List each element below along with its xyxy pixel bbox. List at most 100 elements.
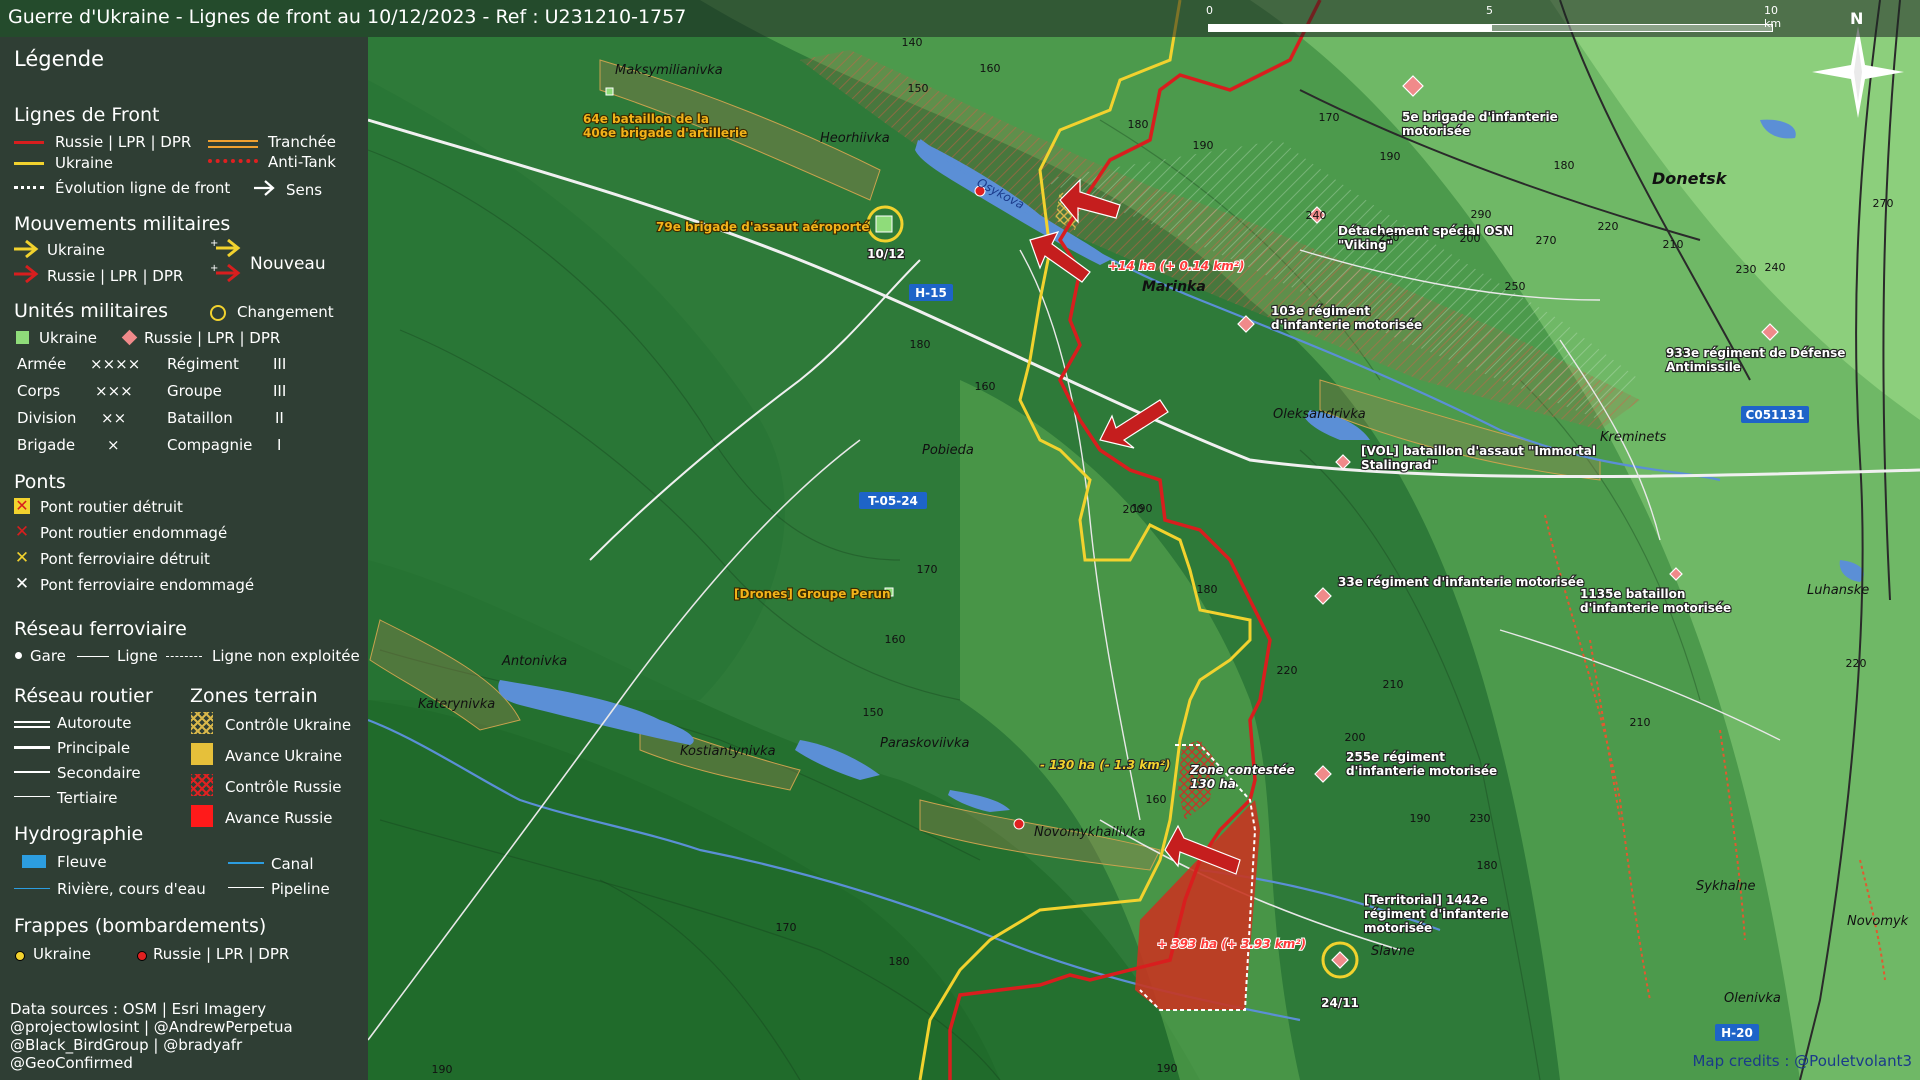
place-label: Oleksandrivka: [1273, 407, 1366, 422]
legend-zones-heading: Zones terrain: [190, 685, 318, 707]
elevation-label: 140: [902, 36, 923, 49]
elevation-label: 180: [1477, 859, 1498, 872]
elevation-label: 220: [1846, 657, 1867, 670]
legend-bridge-item: Pont routier endommagé: [40, 524, 228, 542]
legend-front-heading: Lignes de Front: [14, 104, 160, 126]
unit-size-label: Groupe: [167, 382, 222, 400]
new-movement-arrow-ukraine-icon: +: [210, 238, 241, 258]
legend-front-direction: Sens: [286, 181, 323, 199]
elevation-label: 250: [1379, 231, 1400, 244]
unit-size-label: Bataillon: [167, 409, 233, 427]
legend-zone-item: Avance Ukraine: [225, 747, 343, 765]
elevation-label: 210: [1383, 678, 1404, 691]
place-label: Katerynivka: [418, 697, 495, 712]
rail-bridge-destroyed-icon: ✕: [14, 548, 30, 568]
ukraine-advance-swatch: [191, 743, 213, 765]
unit-label: d'infanterie motorisée: [1271, 318, 1422, 332]
legend-rail-station: Gare: [30, 647, 66, 665]
russia-control-swatch: [191, 774, 213, 796]
elevation-label: 180: [910, 338, 931, 351]
unit-size-label: Régiment: [167, 355, 239, 373]
legend-hydro-stream: Rivière, cours d'eau: [57, 880, 206, 898]
legend-panel: Légende Lignes de Front Russie | LPR | D…: [0, 37, 368, 1080]
svg-text:+: +: [210, 263, 218, 274]
legend-strikes-heading: Frappes (bombardements): [14, 915, 267, 937]
elevation-label: 190: [1157, 1062, 1178, 1075]
rail-line-swatch: [77, 656, 109, 657]
legend-hydro-canal: Canal: [271, 855, 314, 873]
legend-roads-heading: Réseau routier: [14, 685, 153, 707]
elevation-label: 190: [1380, 150, 1401, 163]
north-label: N: [1850, 9, 1864, 28]
elevation-label: 210: [1630, 716, 1651, 729]
legend-bridge-item: Pont ferroviaire détruit: [40, 550, 210, 568]
unit-label: 64e bataillon de la: [583, 112, 709, 126]
place-label: Sykhalne: [1696, 879, 1756, 894]
unit-size-label: Division: [17, 409, 77, 427]
unit-size-symbol: I: [277, 436, 282, 454]
unit-label: [Drones] Groupe Perun: [734, 587, 891, 601]
place-label: Marinka: [1142, 279, 1206, 295]
unit-label: Stalingrad": [1361, 458, 1438, 472]
ukraine-front-line-swatch: [14, 162, 44, 165]
river-swatch: [22, 855, 46, 868]
legend-hydro-heading: Hydrographie: [14, 823, 144, 845]
scale-bar-segment-2: [1491, 24, 1773, 32]
elevation-label: 160: [980, 62, 1001, 75]
place-label: Kreminets: [1600, 430, 1666, 445]
unit-label: Détachement spécial OSN: [1338, 224, 1513, 238]
elevation-label: 210: [1663, 238, 1684, 251]
elevation-label: 230: [1470, 812, 1491, 825]
tertiary-road-swatch: [14, 796, 50, 797]
legend-units-change: Changement: [237, 303, 334, 321]
legend-movements-new: Nouveau: [250, 254, 326, 274]
unit-label: Antimissile: [1666, 360, 1741, 374]
legend-road-item: Secondaire: [57, 764, 141, 782]
unit-label: 406e brigade d'artillerie: [583, 126, 747, 140]
place-label: Novomyk: [1847, 914, 1909, 929]
elevation-label: 160: [1146, 793, 1167, 806]
legend-zone-item: Contrôle Russie: [225, 778, 342, 796]
place-label: Slavne: [1371, 944, 1415, 959]
legend-hydro-river: Fleuve: [57, 853, 107, 871]
main-road-swatch: [14, 746, 50, 749]
rail-unused-swatch: [166, 656, 202, 657]
ukraine-unit-square-icon: [16, 331, 29, 344]
elevation-label: 190: [1193, 139, 1214, 152]
legend-road-item: Tertiaire: [57, 789, 118, 807]
legend-units-russia: Russie | LPR | DPR: [144, 329, 281, 347]
unit-size-label: Brigade: [17, 436, 76, 454]
stream-swatch: [14, 888, 50, 889]
legend-hydro-pipeline: Pipeline: [271, 880, 330, 898]
ukraine-control-swatch: [191, 712, 213, 734]
unit-size-symbol: ××: [101, 409, 127, 427]
legend-heading: Légende: [14, 47, 105, 71]
elevation-label: 270: [1873, 197, 1894, 210]
legend-zone-item: Avance Russie: [225, 809, 333, 827]
credit-line: @projectowlosint | @AndrewPerpetua: [10, 1018, 293, 1036]
legend-front-russia: Russie | LPR | DPR: [55, 133, 192, 151]
elevation-label: 180: [1197, 583, 1218, 596]
road-badge-label: H-20: [1721, 1026, 1753, 1040]
place-label: Olenivka: [1724, 991, 1781, 1006]
unit-label: [VOL] bataillon d'assaut "Immortal: [1361, 444, 1596, 458]
elevation-label: 170: [1319, 111, 1340, 124]
elevation-label: 200: [1345, 731, 1366, 744]
change-label: 130 ha: [1190, 777, 1236, 791]
unit-label: motorisée: [1402, 124, 1470, 138]
elevation-label: 220: [1277, 664, 1298, 677]
legend-front-trench: Tranchée: [268, 133, 337, 151]
pipeline-swatch: [228, 887, 264, 888]
direction-arrow-icon: [254, 180, 275, 196]
legend-rail-heading: Réseau ferroviaire: [14, 618, 187, 640]
unit-size-label: Corps: [17, 382, 61, 400]
unit-label: 1135e bataillon: [1580, 587, 1685, 601]
legend-front-ukraine: Ukraine: [55, 154, 113, 172]
evolution-line-swatch: [14, 186, 44, 189]
map-credit: Map credits : @Pouletvolant3: [1692, 1052, 1912, 1070]
unit-label: 5e brigade d'infanterie: [1402, 110, 1558, 124]
unit-label: régiment d'infanterie: [1364, 907, 1509, 921]
elevation-label: 200: [1460, 232, 1481, 245]
change-label: +14 ha (+ 0.14 km²): [1108, 259, 1244, 273]
unit-label: [Territorial] 1442e: [1364, 893, 1488, 907]
